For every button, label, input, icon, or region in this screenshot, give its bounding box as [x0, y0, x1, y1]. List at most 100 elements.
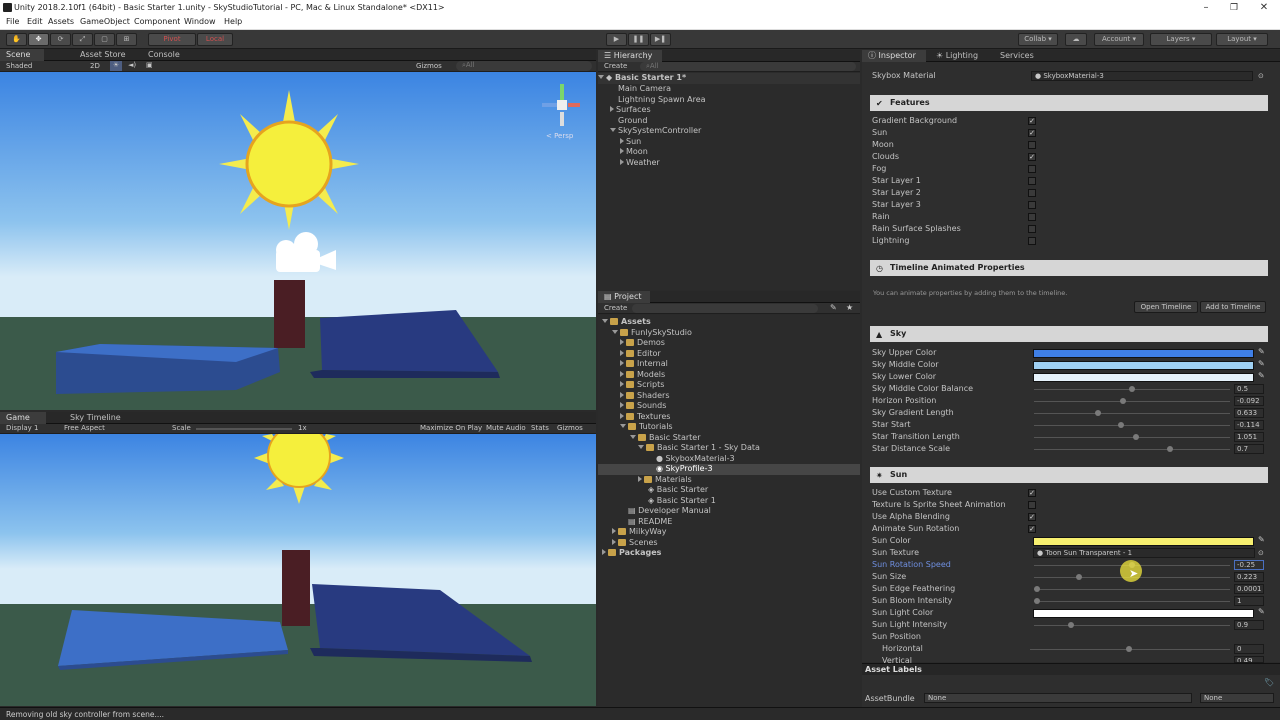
feature-checkbox[interactable]: ✓ [1028, 129, 1036, 137]
pause-icon[interactable]: ❚❚ [628, 33, 649, 46]
sky-property-value[interactable]: 0.7 [1234, 444, 1264, 454]
label-tag-icon[interactable]: 🏷 [1264, 678, 1274, 687]
transform-tool-icon[interactable]: ⊞ [116, 33, 137, 46]
sky-property-slider-knob[interactable] [1133, 434, 1139, 440]
menu-file[interactable]: File [6, 17, 19, 26]
tab-services[interactable]: Services [994, 50, 1040, 62]
sky-property-slider-knob[interactable] [1118, 422, 1124, 428]
timeline-header[interactable]: ◷ Timeline Animated Properties [870, 260, 1268, 276]
menu-component[interactable]: Component [134, 17, 180, 26]
texture-picker-icon[interactable]: ⊙ [1258, 549, 1264, 557]
project-item[interactable]: Models [620, 370, 665, 381]
collab-button[interactable]: Collab ▾ [1018, 33, 1058, 46]
project-item[interactable]: ◈ Basic Starter [648, 485, 708, 496]
filter-icon[interactable]: ✎ [830, 303, 837, 312]
cloud-icon[interactable]: ☁ [1065, 33, 1087, 46]
hierarchy-item[interactable]: SkySystemController [610, 126, 701, 137]
feature-checkbox[interactable] [1028, 165, 1036, 173]
project-item[interactable]: ◈ Basic Starter 1 [648, 496, 716, 507]
horizontal-value[interactable]: 0 [1234, 644, 1264, 654]
stats-toggle[interactable]: Stats [531, 424, 549, 432]
project-item[interactable]: Shaders [620, 391, 670, 402]
scale-tool-icon[interactable]: ⤢ [72, 33, 93, 46]
layout-button[interactable]: Layout ▾ [1216, 33, 1268, 46]
eyedropper-icon[interactable]: ✎ [1258, 607, 1265, 616]
rect-tool-icon[interactable]: ▢ [94, 33, 115, 46]
hierarchy-item[interactable]: Main Camera [618, 84, 671, 95]
open-timeline-button[interactable]: Open Timeline [1134, 301, 1198, 313]
project-item[interactable]: Assets [602, 317, 651, 328]
account-button[interactable]: Account ▾ [1094, 33, 1144, 46]
project-item[interactable]: Sounds [620, 401, 666, 412]
feature-checkbox[interactable]: ✓ [1028, 153, 1036, 161]
tab-scene[interactable]: Scene [0, 49, 44, 61]
sun-option-checkbox[interactable]: ✓ [1028, 489, 1036, 497]
menu-window[interactable]: Window [184, 17, 216, 26]
play-icon[interactable]: ▶ [606, 33, 627, 46]
tab-hierarchy[interactable]: ☰ Hierarchy [598, 50, 662, 62]
sun-option-checkbox[interactable]: ✓ [1028, 513, 1036, 521]
project-item[interactable]: Editor [620, 349, 661, 360]
sky-color-swatch[interactable] [1033, 361, 1254, 370]
sky-property-slider[interactable] [1034, 446, 1230, 452]
sun-property-slider[interactable] [1034, 598, 1230, 604]
scene-viewport[interactable]: < Persp [0, 72, 596, 410]
project-item[interactable]: Internal [620, 359, 668, 370]
mute-audio-toggle[interactable]: Mute Audio [486, 424, 526, 432]
project-search-input[interactable] [632, 304, 818, 313]
sun-property-slider[interactable] [1034, 586, 1230, 592]
menu-edit[interactable]: Edit [27, 17, 43, 26]
feature-checkbox[interactable] [1028, 141, 1036, 149]
audio-toggle-icon[interactable]: ◄) [128, 61, 136, 69]
game-viewport[interactable] [0, 434, 596, 706]
sky-property-slider[interactable] [1034, 422, 1230, 428]
project-create-dropdown[interactable]: Create [604, 304, 627, 312]
hierarchy-create-dropdown[interactable]: Create [604, 62, 627, 70]
hierarchy-item[interactable]: Surfaces [610, 105, 651, 116]
sky-color-swatch[interactable] [1033, 349, 1254, 358]
scene-gizmos-dropdown[interactable]: Gizmos [416, 62, 442, 70]
eyedropper-icon[interactable]: ✎ [1258, 371, 1265, 380]
assetbundle-variant-dropdown[interactable]: None [1200, 693, 1274, 703]
features-header[interactable]: ✔ Features [870, 95, 1268, 111]
sun-property-slider-knob[interactable] [1034, 586, 1040, 592]
feature-checkbox[interactable] [1028, 237, 1036, 245]
move-tool-icon[interactable]: ✥ [28, 33, 49, 46]
vertical-value[interactable]: 0.49 [1234, 656, 1264, 663]
sun-option-checkbox[interactable] [1028, 501, 1036, 509]
hierarchy-item[interactable]: Ground [618, 116, 647, 127]
project-item[interactable]: ● SkyboxMaterial-3 [656, 454, 735, 465]
add-to-timeline-button[interactable]: Add to Timeline [1200, 301, 1266, 313]
sun-texture-field[interactable]: ● Toon Sun Transparent - 1 [1033, 548, 1255, 558]
sky-property-slider-knob[interactable] [1167, 446, 1173, 452]
sun-option-checkbox[interactable]: ✓ [1028, 525, 1036, 533]
scale-slider[interactable] [196, 428, 292, 430]
sun-property-slider-knob[interactable] [1034, 598, 1040, 604]
display-dropdown[interactable]: Display 1 [6, 424, 38, 432]
project-item[interactable]: Tutorials [620, 422, 673, 433]
eyedropper-icon[interactable]: ✎ [1258, 359, 1265, 368]
tab-console[interactable]: Console [142, 49, 186, 61]
sky-property-value[interactable]: -0.114 [1234, 420, 1264, 430]
project-item[interactable]: FunlySkyStudio [612, 328, 692, 339]
project-item[interactable]: Demos [620, 338, 665, 349]
orientation-gizmo-icon[interactable]: < Persp [538, 82, 588, 146]
object-picker-icon[interactable]: ⊙ [1258, 72, 1264, 80]
project-item[interactable]: Textures [620, 412, 670, 423]
menu-help[interactable]: Help [224, 17, 242, 26]
sky-header[interactable]: ▲ Sky [870, 326, 1268, 342]
menu-assets[interactable]: Assets [48, 17, 74, 26]
sky-property-slider[interactable] [1034, 398, 1230, 404]
project-item[interactable]: Materials [638, 475, 692, 486]
menu-gameobject[interactable]: GameObject [80, 17, 130, 26]
sun-property-value[interactable]: 0.0001 [1234, 584, 1264, 594]
sun-light-color-swatch[interactable] [1033, 609, 1254, 618]
pivot-button[interactable]: Pivot [148, 33, 196, 46]
feature-checkbox[interactable] [1028, 213, 1036, 221]
sky-property-slider[interactable] [1034, 434, 1230, 440]
sun-light-intensity-slider[interactable] [1034, 622, 1230, 628]
sky-property-value[interactable]: 1.051 [1234, 432, 1264, 442]
sun-property-value[interactable]: 0.223 [1234, 572, 1264, 582]
feature-checkbox[interactable] [1028, 177, 1036, 185]
sun-property-value[interactable]: 1 [1234, 596, 1264, 606]
